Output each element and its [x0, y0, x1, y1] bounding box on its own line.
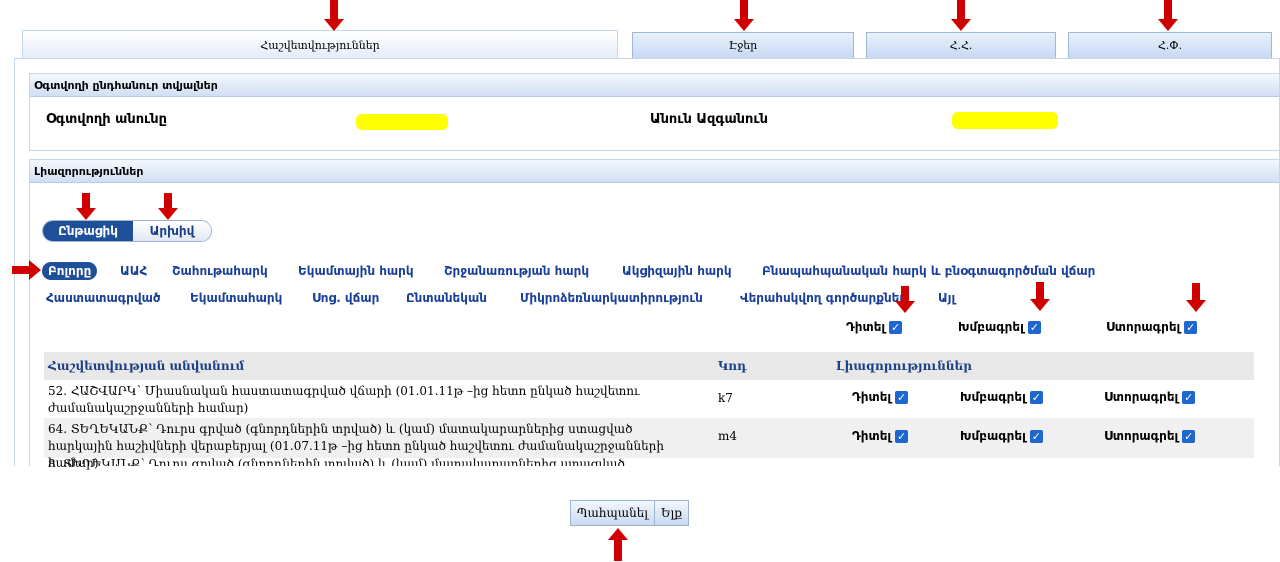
report-code: m4: [718, 429, 738, 443]
current-archive-toggle: Ընթացիկ Արխիվ: [42, 220, 212, 242]
report-code: k7: [718, 391, 733, 405]
red-arrow-down-icon: [895, 286, 915, 314]
global-sign-toggle[interactable]: Ստորագրել ✓: [1106, 320, 1198, 334]
global-edit-label: Խմբագրել: [958, 320, 1024, 334]
category-vat[interactable]: ԱԱՀ: [120, 264, 147, 278]
save-button[interactable]: Պահպանել: [571, 501, 655, 525]
red-arrow-down-icon: [76, 193, 96, 221]
checkbox-checked-icon[interactable]: ✓: [895, 391, 909, 404]
category-family[interactable]: Ընտանեկան: [406, 291, 487, 305]
category-environmental-tax[interactable]: Բնապահպանական հարկ և բնօգտագործման վճար: [762, 264, 1095, 278]
checkbox-checked-icon[interactable]: ✓: [1029, 391, 1043, 404]
tab-bar: Հաշվետվություններ Էջեր Հ.Հ. Հ.Փ.: [0, 30, 1280, 60]
tab-pages[interactable]: Էջեր: [632, 32, 854, 58]
category-all[interactable]: Բոլորը: [42, 262, 98, 280]
red-arrow-down-icon: [1030, 282, 1050, 312]
category-social-payment[interactable]: Սոց. վճար: [312, 291, 379, 305]
category-profit-tax[interactable]: Շահութահարկ: [172, 264, 268, 278]
red-arrow-right-icon: [12, 260, 42, 280]
global-view-toggle[interactable]: Դիտել ✓: [846, 320, 903, 334]
header-permissions: Լիազորություններ: [836, 359, 972, 373]
category-income-tax[interactable]: Եկամտային հարկ: [298, 264, 414, 278]
username-label: Օգտվողի անունը: [46, 112, 167, 127]
red-arrow-down-icon: [158, 193, 178, 221]
category-controlled-transactions[interactable]: Վերահսկվող գործարքներ: [740, 291, 907, 305]
row-edit-toggle[interactable]: Խմբագրել ✓: [960, 390, 1043, 404]
row-view-toggle[interactable]: Դիտել ✓: [852, 390, 909, 404]
permissions-title: Լիազորություններ: [30, 160, 1279, 183]
row-sign-label: Ստորագրել: [1104, 390, 1179, 404]
red-arrow-down-icon: [1186, 283, 1206, 313]
exit-button[interactable]: Ելք: [655, 501, 688, 525]
row-sign-toggle[interactable]: Ստորագրել ✓: [1104, 390, 1196, 404]
global-sign-label: Ստորագրել: [1106, 320, 1181, 334]
category-microbusiness[interactable]: Միկրոձեռնարկատիրություն: [520, 291, 703, 305]
red-arrow-down-icon: [1158, 0, 1178, 32]
action-buttons: Պահպանել Ելք: [570, 500, 689, 526]
table-row: 52. ՀԱՇՎԱՐԿ՝ Միասնական հաստատագրված վճար…: [44, 380, 1254, 418]
username-value-redacted: [356, 114, 448, 130]
report-name: 52. ՀԱՇՎԱՐԿ՝ Միասնական հաստատագրված վճար…: [48, 384, 640, 415]
category-excise-tax[interactable]: Ակցիզային հարկ: [622, 264, 732, 278]
tab-reports[interactable]: Հաշվետվություններ: [22, 30, 618, 59]
table-row: 64. ՏԵՂԵԿԱՆՔ՝ Դուրս գրված (գնորդներին տր…: [44, 418, 1254, 470]
row-view-label: Դիտել: [852, 429, 892, 443]
category-fixed[interactable]: Հաստատագրված: [46, 291, 161, 305]
row-view-label: Դիտել: [852, 390, 892, 404]
toggle-archive[interactable]: Արխիվ: [133, 221, 211, 241]
row-sign-toggle[interactable]: Ստորագրել ✓: [1104, 429, 1196, 443]
reports-table-header: Հաշվետվության անվանում Կոդ Լիազորություն…: [44, 352, 1254, 380]
tab-hf[interactable]: Հ.Փ.: [1068, 32, 1272, 58]
checkbox-checked-icon[interactable]: ✓: [1184, 321, 1198, 334]
row-edit-toggle[interactable]: Խմբագրել ✓: [960, 429, 1043, 443]
row-edit-label: Խմբագրել: [960, 429, 1026, 443]
user-info-panel: Օգտվողի ընդհանուր տվյալներ Օգտվողի անուն…: [29, 73, 1279, 151]
row-sign-label: Ստորագրել: [1104, 429, 1179, 443]
category-other[interactable]: Այլ: [938, 291, 955, 305]
header-code: Կոդ: [718, 359, 747, 373]
report-name: 8. ՏԵՂԵԿԱՆՔ՝ Դուրս գրված (գնորդներին տրվ…: [48, 458, 625, 466]
checkbox-checked-icon[interactable]: ✓: [1182, 430, 1196, 443]
checkbox-checked-icon[interactable]: ✓: [1182, 391, 1196, 404]
fullname-label: Անուն Ազգանուն: [650, 112, 768, 127]
global-view-label: Դիտել: [846, 320, 886, 334]
red-arrow-down-icon: [324, 0, 344, 32]
header-report-name: Հաշվետվության անվանում: [48, 359, 245, 373]
category-turnover-tax[interactable]: Շրջանառության հարկ: [444, 264, 589, 278]
toggle-current[interactable]: Ընթացիկ: [43, 221, 133, 241]
checkbox-checked-icon[interactable]: ✓: [889, 321, 903, 334]
red-arrow-down-icon: [734, 0, 754, 32]
table-row: 8. ՏԵՂԵԿԱՆՔ՝ Դուրս գրված (գնորդներին տրվ…: [44, 458, 1254, 466]
global-edit-toggle[interactable]: Խմբագրել ✓: [958, 320, 1041, 334]
user-info-title: Օգտվողի ընդհանուր տվյալներ: [30, 74, 1279, 97]
row-edit-label: Խմբագրել: [960, 390, 1026, 404]
checkbox-checked-icon[interactable]: ✓: [1027, 321, 1041, 334]
checkbox-checked-icon[interactable]: ✓: [895, 430, 909, 443]
red-arrow-up-icon: [608, 528, 628, 561]
category-income[interactable]: Եկամտահարկ: [190, 291, 282, 305]
fullname-value-redacted: [952, 112, 1058, 129]
checkbox-checked-icon[interactable]: ✓: [1029, 430, 1043, 443]
red-arrow-down-icon: [951, 0, 971, 32]
tab-hh[interactable]: Հ.Հ.: [866, 32, 1056, 58]
row-view-toggle[interactable]: Դիտել ✓: [852, 429, 909, 443]
